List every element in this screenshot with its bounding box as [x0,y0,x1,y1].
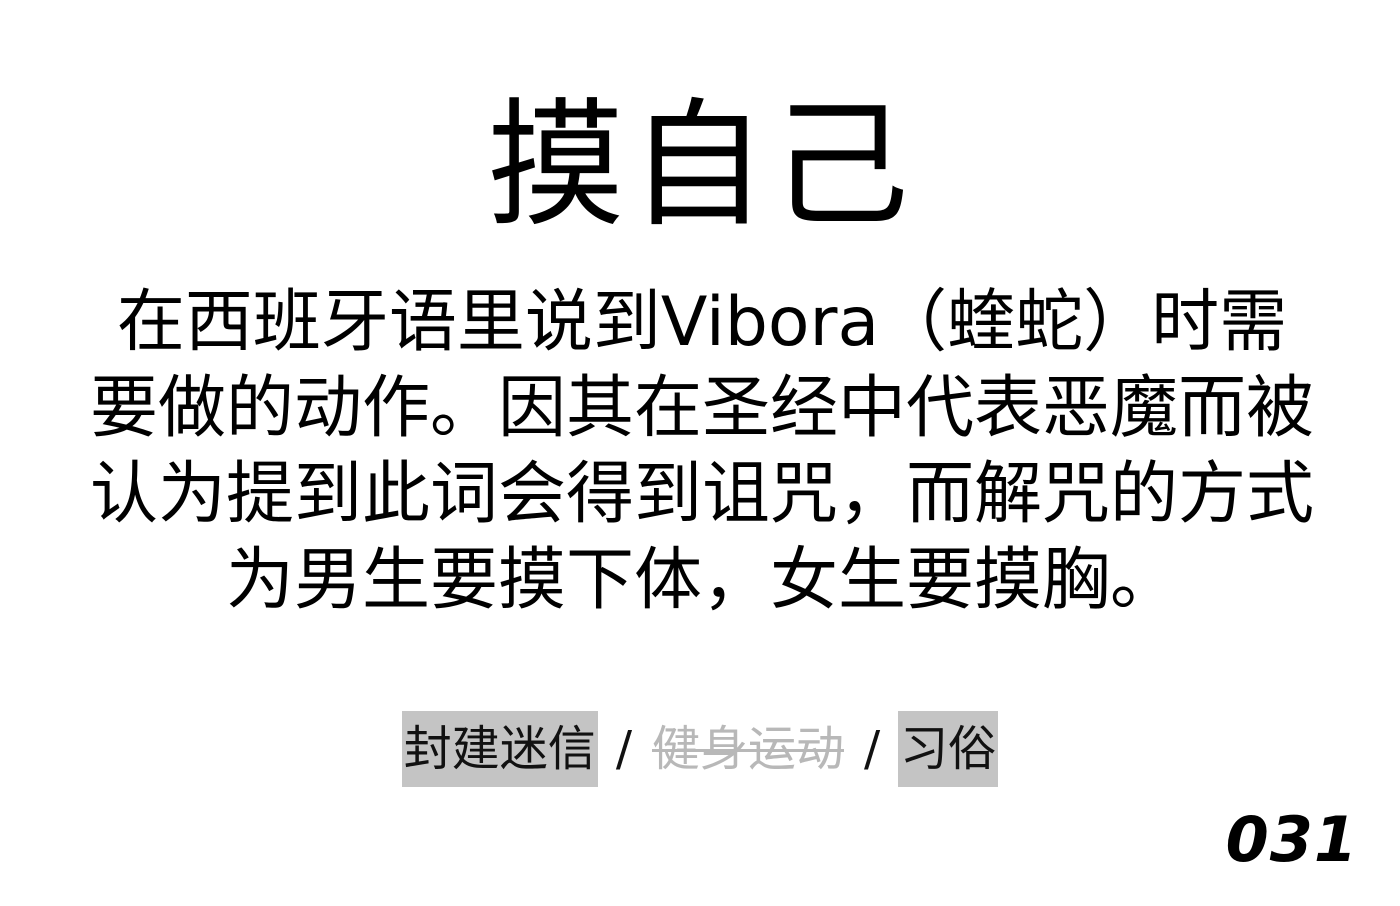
tag-separator: / [615,721,632,777]
tag-custom[interactable]: 习俗 [898,711,999,787]
tag-fitness[interactable]: 健身运动 [650,711,846,787]
tag-superstition[interactable]: 封建迷信 [401,711,598,787]
page-number: 031 [1225,803,1358,876]
tag-list: 封建迷信 / 健身运动 / 习俗 [0,711,1400,787]
entry-description: 在西班牙语里说到Vibora（蝰蛇）时需要做的动作。因其在圣经中代表恶魔而被认为… [89,283,1314,620]
tag-separator: / [864,721,881,777]
entry-title: 摸自己 [486,85,913,246]
